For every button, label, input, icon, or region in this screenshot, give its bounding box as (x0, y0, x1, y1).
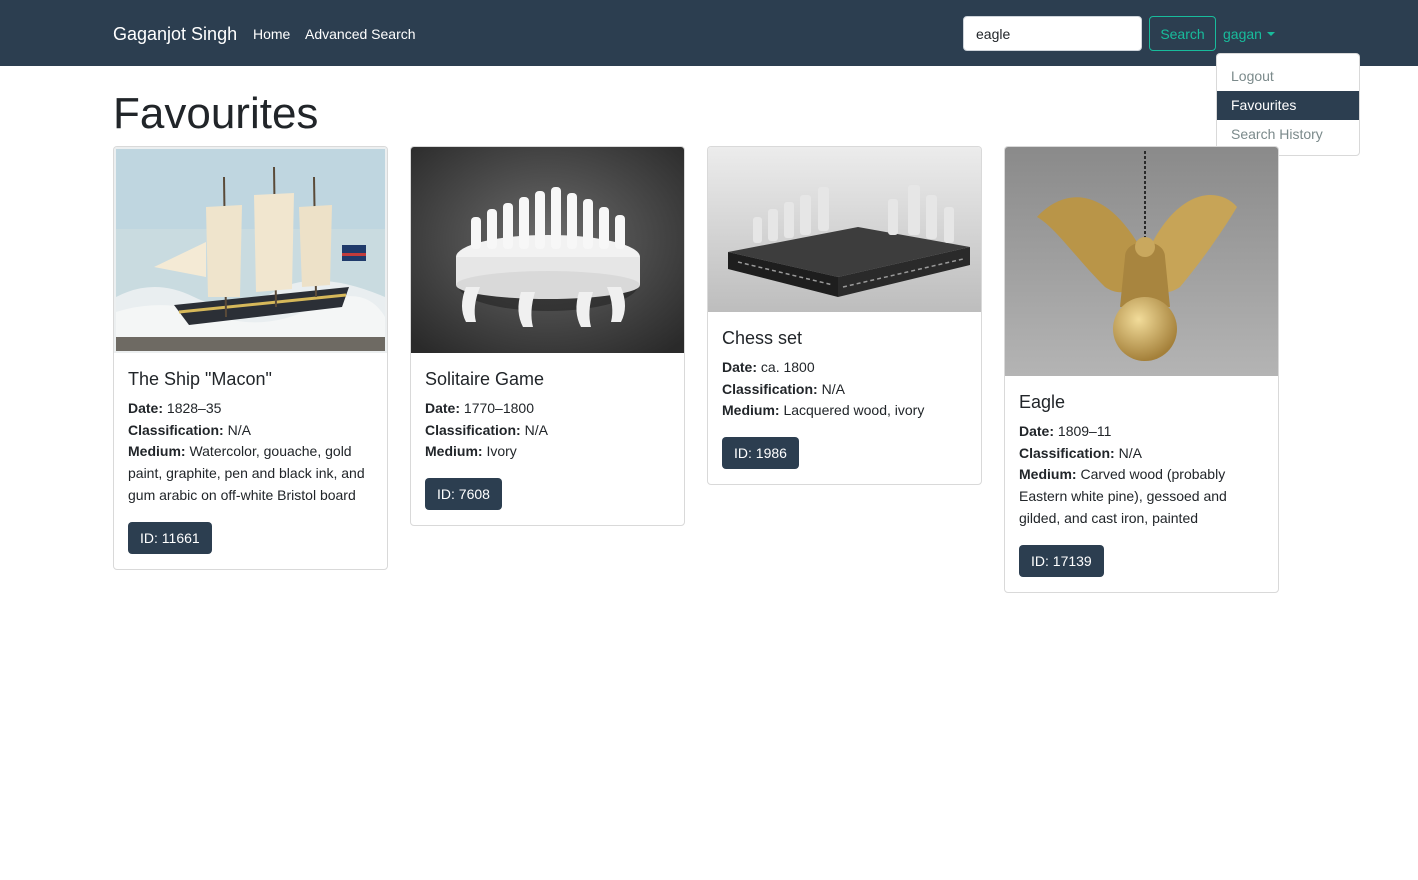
card-date: Date: 1828–35 (128, 400, 222, 416)
navbar: Gaganjot Singh Home Advanced Search Sear… (0, 0, 1418, 66)
card-title: The Ship "Macon" (128, 369, 272, 389)
brand[interactable]: Gaganjot Singh (113, 22, 237, 46)
card-classification: Classification: N/A (722, 380, 845, 397)
card-medium: Medium: Ivory (425, 443, 517, 460)
dropdown-item-search-history[interactable]: Search History (1217, 120, 1359, 149)
id-button[interactable]: ID: 7608 (425, 478, 502, 511)
caret-down-icon (1266, 32, 1275, 36)
card-classification: Classification: N/A (128, 421, 251, 438)
dropdown-item-favourites[interactable]: Favourites (1217, 91, 1359, 120)
card-title: Chess set (722, 328, 803, 348)
user-name: gagan (1223, 26, 1262, 42)
ship-painting-image[interactable] (114, 147, 387, 353)
nav-advanced-search-link[interactable]: Advanced Search (305, 25, 416, 43)
id-button[interactable]: ID: 11661 (128, 521, 212, 554)
page-title: Favourites (113, 89, 319, 138)
search-input[interactable] (963, 16, 1142, 51)
card-classification: Classification: N/A (1019, 444, 1142, 461)
artwork-card: Eagle Date: 1809–11 Classification: N/A … (1004, 146, 1279, 593)
id-button[interactable]: ID: 17139 (1019, 544, 1104, 577)
card-classification: Classification: N/A (425, 421, 548, 438)
search-button[interactable]: Search (1149, 16, 1216, 51)
artwork-card: Chess set Date: ca. 1800 Classification:… (707, 146, 982, 486)
ivory-solitaire-image[interactable] (411, 147, 684, 353)
dropdown-item-logout[interactable]: Logout (1217, 62, 1359, 91)
card-medium: Medium: Carved wood (probably Eastern wh… (1019, 466, 1227, 526)
card-medium: Medium: Lacquered wood, ivory (722, 402, 925, 419)
id-button[interactable]: ID: 1986 (722, 437, 799, 470)
card-medium: Medium: Watercolor, gouache, gold paint,… (128, 443, 365, 503)
artwork-card: The Ship "Macon" Date: 1828–35 Classific… (113, 146, 388, 570)
card-date: Date: 1770–1800 (425, 400, 534, 416)
card-date: Date: 1809–11 (1019, 423, 1112, 439)
card-date: Date: ca. 1800 (722, 359, 815, 375)
user-dropdown-menu: Logout Favourites Search History (1216, 53, 1360, 156)
user-menu-toggle[interactable]: gagan (1223, 25, 1275, 43)
gilded-eagle-image[interactable] (1005, 147, 1278, 376)
artwork-card: Solitaire Game Date: 1770–1800 Classific… (410, 146, 685, 527)
chess-set-image[interactable] (708, 147, 981, 312)
card-title: Eagle (1019, 392, 1066, 412)
nav-home-link[interactable]: Home (253, 25, 290, 43)
card-title: Solitaire Game (425, 369, 545, 389)
